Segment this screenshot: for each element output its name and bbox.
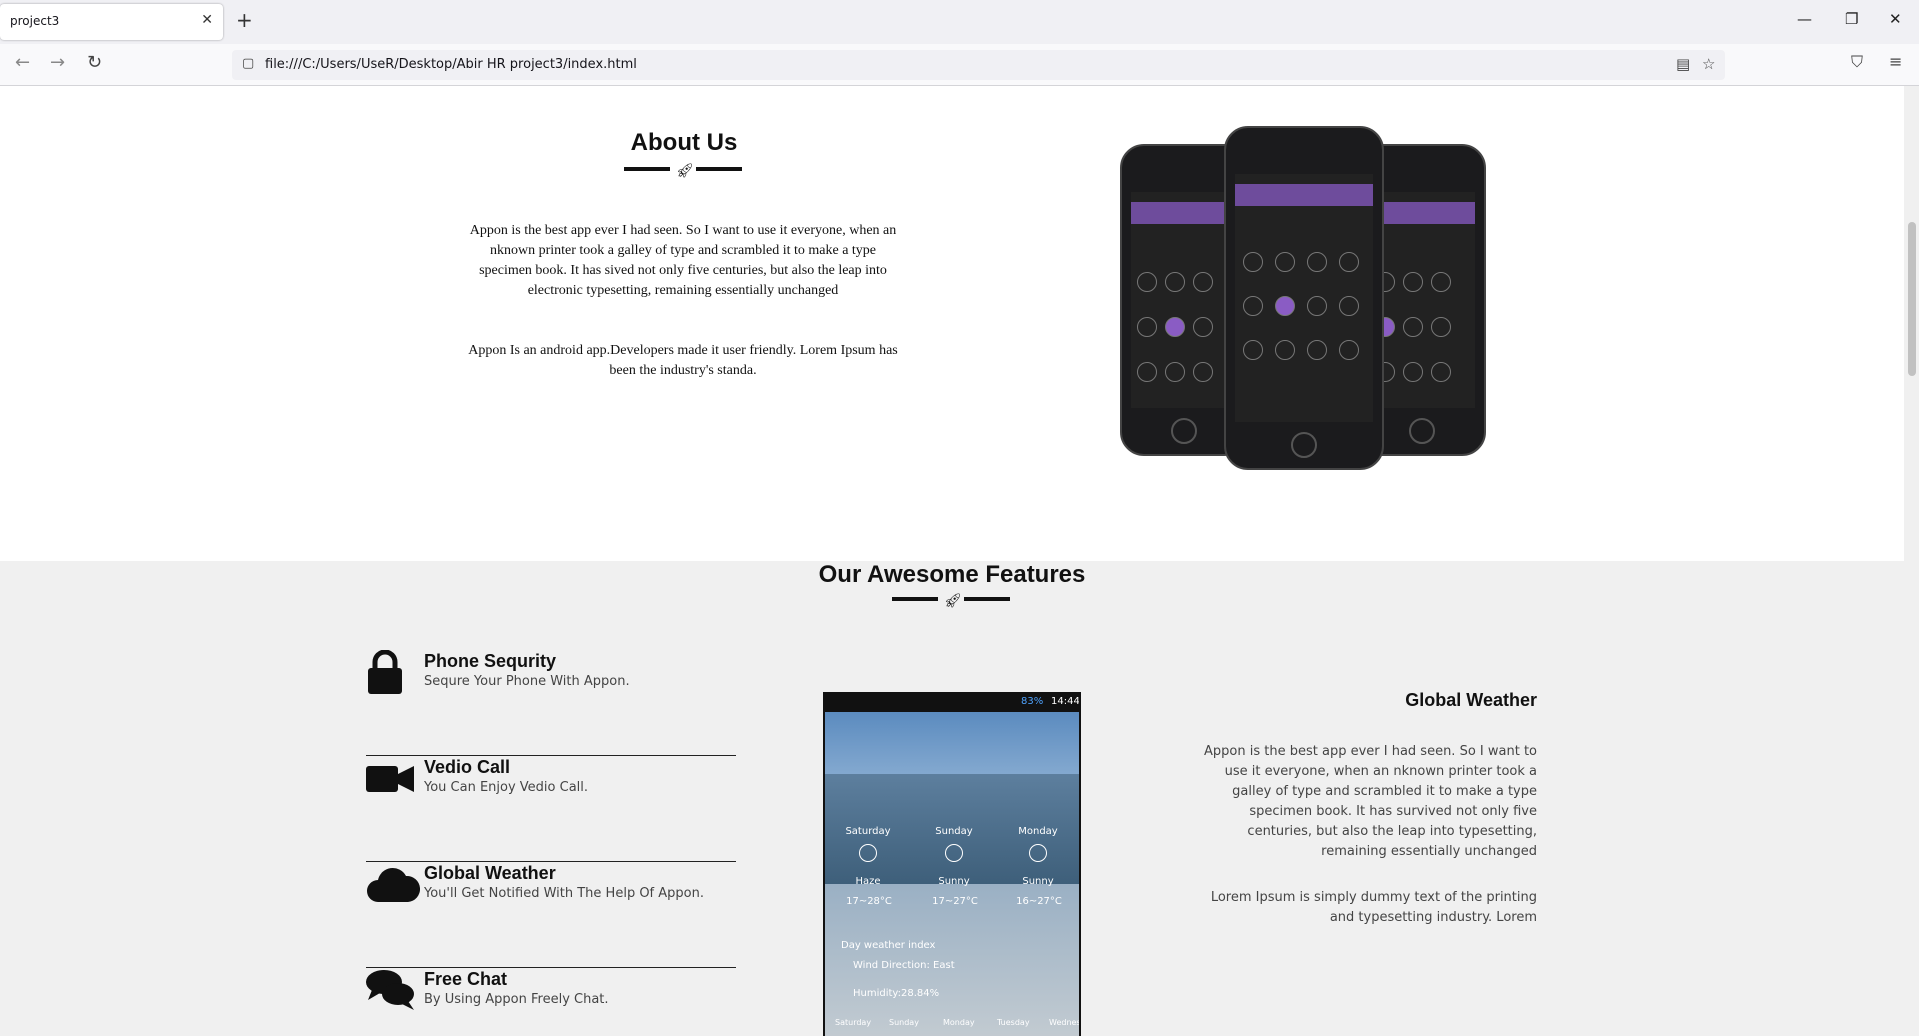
phone-time: 14:44 — [1051, 696, 1080, 707]
bookmark-star-icon[interactable]: ☆ — [1702, 55, 1715, 73]
weather-detail-paragraph-1: Appon is the best app ever I had seen. S… — [1204, 744, 1537, 859]
forecast-temp: 17~28°C — [846, 896, 892, 907]
weather-detail-paragraph-2: Lorem Ipsum is simply dummy text of the … — [1210, 890, 1537, 925]
reload-icon[interactable]: ↻ — [87, 52, 102, 73]
feature-subtitle: Sequre Your Phone With Appon. — [424, 674, 630, 689]
title-divider: 🚀︎ — [624, 163, 744, 180]
new-tab-icon[interactable]: + — [236, 8, 253, 32]
bottom-day: Monday — [943, 1018, 975, 1027]
address-bar[interactable]: ▢ file:///C:/Users/UseR/Desktop/Abir HR … — [232, 50, 1725, 80]
page-icon: ▢ — [242, 56, 255, 71]
feature-title: Phone Sequrity — [424, 651, 557, 671]
forecast-day: Monday — [1018, 826, 1058, 837]
bottom-day: Sunday — [889, 1018, 919, 1027]
page-content: About Us 🚀︎ Appon is the best app ever I… — [0, 86, 1904, 1036]
weather-app-screenshot: 83% 14:44 Saturday Sunday Monday Haze Su… — [823, 692, 1081, 1036]
chat-bubbles-icon — [366, 968, 414, 1010]
feature-item-weather: Global Weather You'll Get Notified With … — [366, 862, 736, 968]
forecast-temp: 16~27°C — [1016, 896, 1062, 907]
phone-status-bar: 83% 14:44 — [825, 694, 1079, 712]
forecast-condition: Sunny — [1022, 876, 1054, 887]
bottom-day: Saturday — [835, 1018, 872, 1027]
back-icon[interactable]: ← — [15, 52, 30, 73]
browser-nav-bar: ← → ↻ ▢ file:///C:/Users/UseR/Desktop/Ab… — [0, 44, 1919, 86]
rocket-icon: 🚀︎ — [676, 163, 694, 179]
forecast-day: Sunday — [935, 826, 973, 837]
rocket-icon: 🚀︎ — [944, 593, 962, 609]
menu-icon[interactable]: ≡ — [1889, 52, 1902, 71]
sun-icon — [1029, 844, 1047, 862]
features-title: Our Awesome Features — [818, 561, 1086, 588]
sun-icon — [945, 844, 963, 862]
feature-item-video-call: Vedio Call You Can Enjoy Vedio Call. — [366, 756, 736, 862]
cloud-icon — [366, 862, 421, 904]
forward-icon[interactable]: → — [50, 52, 65, 73]
feature-subtitle: You Can Enjoy Vedio Call. — [424, 780, 589, 795]
close-tab-icon[interactable]: ✕ — [201, 12, 213, 28]
feature-title: Vedio Call — [424, 757, 511, 777]
weather-index-title: Day weather index — [841, 940, 936, 951]
lock-icon — [366, 649, 406, 694]
battery-level: 83% — [1021, 696, 1044, 707]
bottom-day: Tuesday — [997, 1018, 1030, 1027]
humidity: Humidity:28.84% — [853, 988, 940, 999]
bottom-day: Wednes — [1049, 1018, 1081, 1027]
minimize-icon[interactable]: — — [1797, 10, 1812, 28]
restore-icon[interactable]: ❐ — [1845, 10, 1858, 28]
about-paragraph-2: Appon Is an android app.Developers made … — [468, 343, 898, 378]
feature-subtitle: By Using Appon Freely Chat. — [424, 992, 609, 1007]
browser-tab-bar: project3 ✕ + — ❐ ✕ — [0, 0, 1919, 44]
window-close-icon[interactable]: ✕ — [1889, 10, 1902, 28]
feature-item-security: Phone Sequrity Sequre Your Phone With Ap… — [366, 649, 736, 756]
url-text[interactable]: file:///C:/Users/UseR/Desktop/Abir HR pr… — [265, 57, 637, 72]
about-title: About Us — [630, 129, 738, 156]
feature-title: Free Chat — [424, 969, 508, 989]
feature-item-chat: Free Chat By Using Appon Freely Chat. — [366, 968, 736, 1036]
forecast-condition: Haze — [855, 876, 881, 887]
video-camera-icon — [366, 756, 414, 798]
phones-image — [1118, 126, 1488, 516]
features-title-divider: 🚀︎ — [892, 593, 1012, 610]
tab-title: project3 — [10, 14, 60, 28]
page-scrollbar[interactable] — [1904, 86, 1919, 1036]
forecast-day: Saturday — [845, 826, 891, 837]
about-section: About Us 🚀︎ Appon is the best app ever I… — [0, 86, 1904, 561]
pocket-icon[interactable]: ⛉ — [1851, 52, 1863, 72]
wind-direction: Wind Direction: East — [853, 960, 955, 971]
browser-tab[interactable]: project3 ✕ — [0, 4, 223, 40]
feature-subtitle: You'll Get Notified With The Help Of App… — [424, 886, 704, 901]
forecast-temp: 17~27°C — [932, 896, 978, 907]
scrollbar-thumb[interactable] — [1908, 222, 1916, 376]
feature-title: Global Weather — [424, 863, 556, 883]
weather-detail-title: Global Weather — [1405, 690, 1537, 710]
about-paragraph-1: Appon is the best app ever I had seen. S… — [469, 223, 897, 298]
forecast-condition: Sunny — [938, 876, 970, 887]
reader-view-icon[interactable]: ▤ — [1676, 55, 1690, 73]
haze-icon — [859, 844, 877, 862]
